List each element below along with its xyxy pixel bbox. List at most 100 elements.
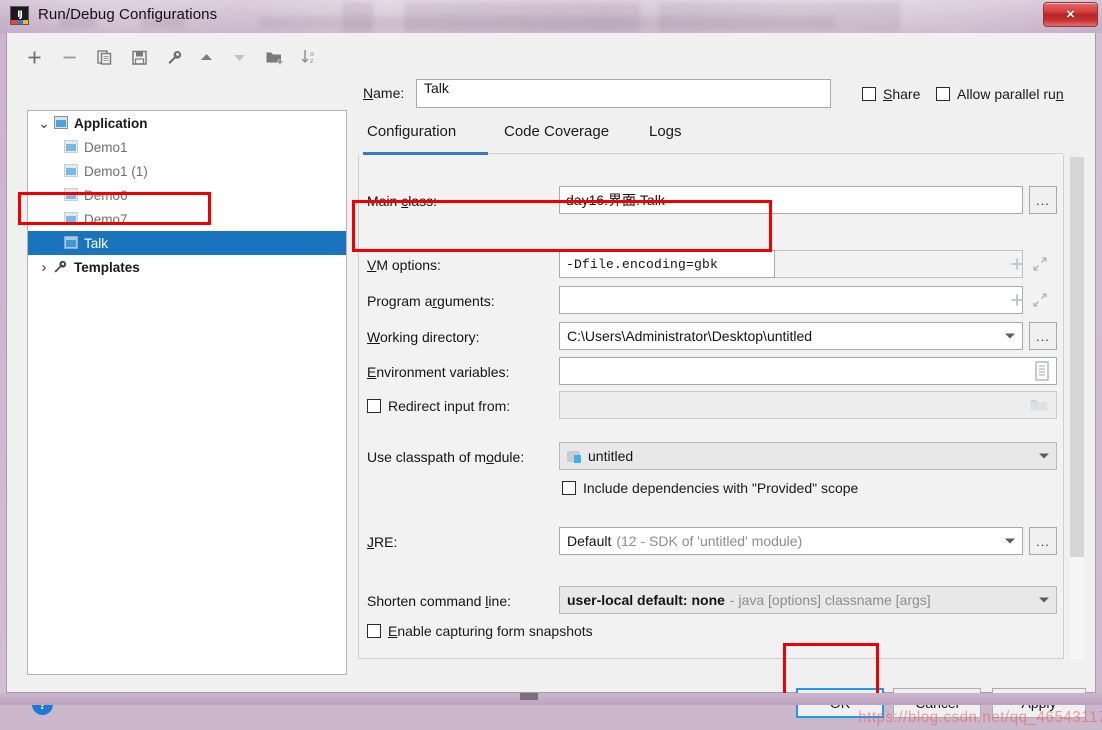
new-folder-icon[interactable] (261, 43, 287, 71)
vm-options-input[interactable]: -Dfile.encoding=gbk (559, 250, 775, 278)
working-directory-label: Working directory: (367, 329, 480, 345)
close-icon: × (1066, 6, 1075, 23)
chevron-right-icon[interactable]: › (36, 259, 52, 276)
checkbox-box (862, 87, 876, 101)
expand-diagonal-icon[interactable] (1033, 293, 1047, 310)
window-bottom-edge (0, 693, 1102, 705)
window-title: Run/Debug Configurations (38, 6, 218, 23)
vm-options-label: VM options: (367, 257, 441, 273)
chevron-down-icon[interactable] (1039, 453, 1049, 459)
content-scrollbar-thumb[interactable] (1070, 157, 1084, 557)
share-checkbox[interactable]: Share (862, 86, 920, 102)
vm-options-actions[interactable] (1010, 257, 1047, 274)
redirect-input-label: Redirect input from: (388, 398, 511, 414)
classpath-module-combo[interactable]: untitled (559, 442, 1057, 470)
wrench-icon (52, 260, 70, 274)
allow-parallel-run-checkbox[interactable]: Allow parallel run (936, 86, 1064, 102)
shorten-command-line-label: Shorten command line: (367, 593, 511, 609)
tree-node-label: Demo1 (1) (84, 163, 148, 179)
application-icon (62, 140, 80, 154)
chevron-down-icon[interactable]: ⌄ (36, 115, 52, 131)
tree-node-label: Demo6 (84, 187, 128, 203)
tab-bar: Configuration Code Coverage Logs (363, 121, 1063, 153)
working-directory-combo[interactable]: C:\Users\Administrator\Desktop\untitled (559, 322, 1023, 350)
chevron-down-icon[interactable] (1039, 597, 1049, 603)
tab-configuration[interactable]: Configuration (367, 121, 456, 153)
shorten-command-line-hint: - java [options] classname [args] (729, 592, 931, 608)
tree-node-demo1-1[interactable]: Demo1 (1) (28, 159, 346, 183)
tree-node-talk[interactable]: Talk (28, 231, 346, 255)
sort-alphabetically-icon[interactable]: a z (296, 43, 322, 71)
plus-icon[interactable] (1010, 257, 1024, 274)
main-class-input[interactable]: day16.界面.Talk (559, 186, 1023, 214)
tab-code-coverage[interactable]: Code Coverage (504, 121, 609, 153)
tree-node-label: Demo7 (84, 211, 128, 227)
tree-node-templates[interactable]: › Templates (28, 255, 346, 279)
name-label: Name: (363, 85, 405, 101)
folder-icon[interactable] (1029, 397, 1049, 416)
jre-browse-button[interactable]: ... (1029, 527, 1057, 555)
checkbox-box (367, 624, 381, 638)
working-directory-browse-button[interactable]: ... (1029, 322, 1057, 350)
enable-snapshots-checkbox[interactable]: Enable capturing form snapshots (367, 623, 593, 639)
application-icon (62, 236, 80, 250)
expand-diagonal-icon[interactable] (1033, 257, 1047, 274)
title-bar: IJ Run/Debug Configurations × (0, 0, 1102, 33)
tree-node-application[interactable]: ⌄ Application (28, 111, 346, 135)
application-icon (52, 116, 70, 130)
share-label: Share (883, 86, 921, 102)
application-icon (62, 212, 80, 226)
close-button[interactable]: × (1043, 2, 1098, 27)
configurations-toolbar: a z (21, 43, 351, 75)
working-directory-value: C:\Users\Administrator\Desktop\untitled (567, 328, 813, 344)
add-icon[interactable] (21, 43, 47, 71)
allow-parallel-run-label: Allow parallel run (957, 86, 1064, 102)
configurations-tree[interactable]: ⌄ Application Demo1 Demo1 (1) Demo6 Demo… (27, 110, 347, 675)
environment-variables-input[interactable] (559, 357, 1057, 385)
enable-snapshots-label: Enable capturing form snapshots (388, 623, 593, 639)
environment-variables-label: Environment variables: (367, 364, 510, 380)
tree-node-demo1[interactable]: Demo1 (28, 135, 346, 159)
tab-strip-divider (488, 153, 1063, 154)
tree-node-label: Templates (74, 259, 140, 275)
tree-node-label: Demo1 (84, 139, 128, 155)
chevron-down-icon[interactable] (1005, 538, 1015, 544)
program-arguments-actions[interactable] (1010, 293, 1047, 310)
main-class-browse-button[interactable]: ... (1029, 186, 1057, 214)
chevron-down-icon[interactable] (1005, 333, 1015, 339)
move-down-icon[interactable] (226, 43, 252, 71)
copy-icon[interactable] (91, 43, 117, 71)
intellij-idea-icon: IJ (10, 6, 29, 25)
classpath-module-label: Use classpath of module: (367, 449, 525, 465)
include-dependencies-checkbox[interactable]: Include dependencies with "Provided" sco… (562, 480, 858, 496)
plus-icon[interactable] (1010, 293, 1024, 310)
application-icon (62, 164, 80, 178)
jre-combo[interactable]: Default (12 - SDK of 'untitled' module) (559, 527, 1023, 555)
shorten-command-line-value: user-local default: none (567, 592, 725, 608)
save-icon[interactable] (126, 43, 152, 71)
shorten-command-line-combo[interactable]: user-local default: none - java [options… (559, 586, 1057, 614)
dialog-body: a z ⌄ Application Demo1 Demo1 (1) Demo6 … (6, 33, 1102, 726)
checkbox-box (367, 399, 381, 413)
redirect-input-checkbox[interactable]: Redirect input from: (367, 398, 510, 414)
checkbox-box (936, 87, 950, 101)
redirect-input-field[interactable] (559, 391, 1057, 419)
tree-node-label: Talk (84, 235, 109, 251)
remove-icon[interactable] (56, 43, 82, 71)
tab-logs[interactable]: Logs (649, 121, 682, 153)
list-editor-icon[interactable] (1033, 361, 1051, 384)
wrench-icon[interactable] (161, 43, 187, 71)
watermark-text: https://blog.csdn.net/qq_46543117 (858, 708, 1102, 727)
vm-options-input-extension[interactable] (775, 250, 1023, 278)
program-arguments-input[interactable] (559, 286, 1023, 314)
tree-node-demo6[interactable]: Demo6 (28, 183, 346, 207)
jre-label: JRE: (367, 534, 398, 550)
name-input[interactable]: Talk (416, 79, 831, 108)
tree-node-demo7[interactable]: Demo7 (28, 207, 346, 231)
main-class-label: Main class: (367, 193, 438, 209)
tree-node-label: Application (74, 115, 148, 131)
jre-hint: (12 - SDK of 'untitled' module) (616, 533, 803, 549)
application-icon (62, 188, 80, 202)
module-icon (567, 450, 582, 463)
move-up-icon[interactable] (193, 43, 219, 71)
